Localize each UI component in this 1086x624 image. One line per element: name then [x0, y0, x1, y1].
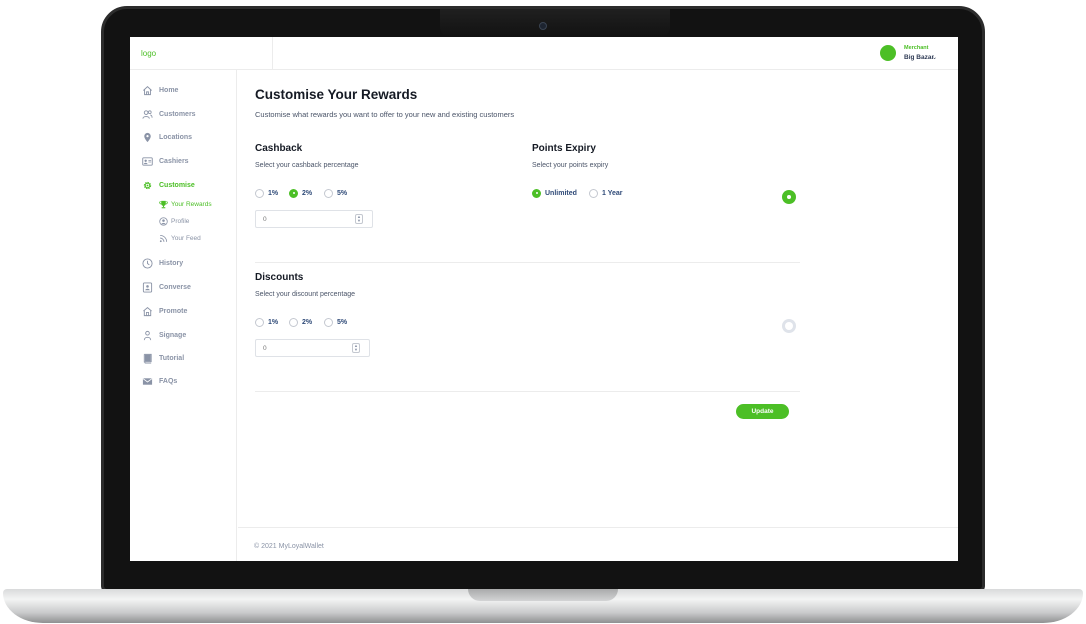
sidebar-subitem-label: Your Feed [171, 234, 201, 242]
logo-area: logo [130, 37, 273, 70]
sidebar-item-label: Locations [159, 133, 193, 141]
cashback-enable-toggle[interactable] [782, 190, 796, 204]
main-content: Customise Your Rewards Customise what re… [238, 70, 958, 561]
location-pin-icon [141, 131, 153, 143]
radio-button[interactable] [324, 188, 333, 198]
screen-glare [440, 9, 670, 37]
discounts-subtitle: Select your discount percentage [255, 291, 356, 298]
copyright-text: © 2021 MyLoyalWallet [254, 543, 324, 550]
cashback-option-1[interactable]: 1% [255, 187, 278, 199]
sidebar-subitem-your-feed[interactable]: Your Feed [158, 232, 201, 244]
person-icon [141, 329, 153, 341]
sidebar-item-locations[interactable]: Locations [141, 130, 192, 144]
merchant-avatar[interactable] [880, 45, 896, 61]
discount-option-1[interactable]: 1% [255, 316, 278, 328]
cashback-subtitle: Select your cashback percentage [255, 162, 359, 169]
expiry-option-1-year[interactable]: 1 Year [589, 187, 623, 199]
sidebar-item-label: Home [159, 86, 179, 94]
profile-icon [158, 216, 168, 226]
discount-option-2[interactable]: 2% [289, 316, 312, 328]
sidebar-item-label: Cashiers [159, 157, 189, 165]
app-screen: logo Merchant Big Bazar ⌄ Home Customers… [130, 37, 958, 561]
sidebar-item-faqs[interactable]: FAQs [141, 374, 177, 388]
option-label: Unlimited [545, 189, 577, 197]
expiry-option-unlimited[interactable]: Unlimited [532, 187, 577, 199]
footer: © 2021 MyLoyalWallet [238, 527, 958, 561]
discount-stepper[interactable]: ▲ ▼ [352, 343, 360, 353]
app-logo[interactable]: logo [141, 49, 156, 58]
radio-button[interactable] [255, 188, 264, 198]
page-subtitle: Customise what rewards you want to offer… [255, 110, 515, 119]
sidebar-item-cashiers[interactable]: Cashiers [141, 154, 189, 168]
option-label: 5% [337, 318, 348, 326]
radio-button-selected[interactable] [532, 188, 541, 198]
radio-button[interactable] [324, 317, 333, 327]
option-label: 2% [302, 318, 313, 326]
sidebar-item-label: Signage [159, 331, 187, 339]
discount-enable-toggle[interactable] [782, 319, 796, 333]
sidebar-subitem-label: Your Rewards [171, 200, 212, 208]
chevron-down-icon[interactable]: ⌄ [932, 54, 937, 61]
cashback-stepper[interactable]: ▲ ▼ [355, 214, 363, 224]
sidebar: Home Customers Locations Cashiers Custom… [130, 70, 237, 561]
cashback-option-5[interactable]: 5% [324, 187, 347, 199]
section-divider [255, 391, 800, 392]
option-label: 1% [268, 318, 279, 326]
trophy-icon [158, 199, 168, 209]
merchant-role: Merchant [904, 45, 929, 51]
sidebar-subitem-your-rewards[interactable]: Your Rewards [158, 198, 212, 210]
laptop-notch [468, 589, 618, 601]
sidebar-item-tutorial[interactable]: Tutorial [141, 351, 184, 365]
sidebar-item-converse[interactable]: Converse [141, 280, 191, 294]
sidebar-item-label: History [159, 259, 184, 267]
rss-icon [158, 233, 168, 243]
users-icon [141, 108, 153, 120]
storefront-icon [141, 305, 153, 317]
home-icon [141, 84, 153, 96]
sidebar-item-label: Tutorial [159, 354, 185, 362]
merchant-name[interactable]: Big Bazar [904, 54, 934, 61]
mail-icon [141, 375, 153, 387]
update-button[interactable]: Update [736, 404, 789, 419]
sidebar-item-customers[interactable]: Customers [141, 107, 196, 121]
discounts-title: Discounts [255, 272, 304, 283]
sidebar-item-home[interactable]: Home [141, 83, 178, 97]
cashback-option-2[interactable]: 2% [289, 187, 312, 199]
option-label: 5% [337, 189, 348, 197]
option-label: 1% [268, 189, 279, 197]
sidebar-item-label: FAQs [159, 377, 178, 385]
top-bar: logo Merchant Big Bazar ⌄ [130, 37, 958, 70]
option-label: 2% [302, 189, 313, 197]
radio-button[interactable] [255, 317, 264, 327]
sidebar-item-label: Promote [159, 307, 188, 315]
points-expiry-title: Points Expiry [532, 143, 596, 154]
chat-icon [141, 281, 153, 293]
cashback-title: Cashback [255, 143, 303, 154]
option-label: 1 Year [602, 189, 623, 197]
sidebar-item-label: Converse [159, 283, 191, 291]
radio-button[interactable] [289, 317, 298, 327]
sidebar-item-label: Customers [159, 110, 196, 118]
discount-option-5[interactable]: 5% [324, 316, 347, 328]
sidebar-item-customise[interactable]: Customise [141, 178, 195, 192]
sidebar-item-signage[interactable]: Signage [141, 328, 186, 342]
gear-icon [141, 179, 153, 191]
id-card-icon [141, 155, 153, 167]
sidebar-item-history[interactable]: History [141, 256, 183, 270]
sidebar-item-label: Customise [159, 181, 195, 189]
webcam [539, 22, 547, 30]
clock-icon [141, 257, 153, 269]
sidebar-subitem-profile[interactable]: Profile [158, 215, 189, 227]
book-icon [141, 352, 153, 364]
section-divider [255, 262, 800, 263]
radio-button-selected[interactable] [289, 188, 298, 198]
sidebar-subitem-label: Profile [171, 217, 190, 225]
page-title: Customise Your Rewards [255, 87, 418, 102]
points-expiry-subtitle: Select your points expiry [532, 162, 609, 169]
sidebar-item-promote[interactable]: Promote [141, 304, 187, 318]
radio-button[interactable] [589, 188, 598, 198]
